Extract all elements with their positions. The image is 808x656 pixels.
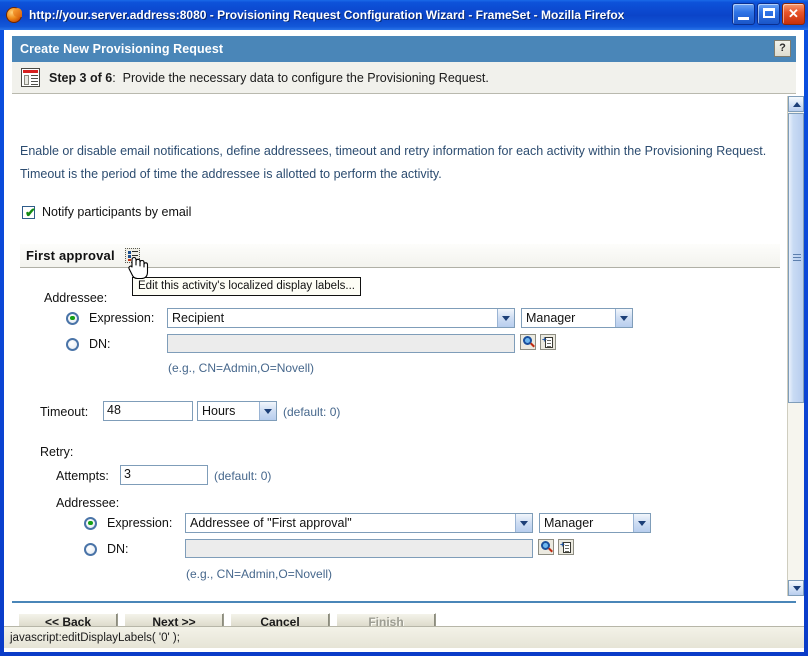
retry-attempts-default-hint: (default: 0) <box>214 469 272 483</box>
addressee-primary-history-icon[interactable]: + <box>540 334 556 350</box>
tooltip: Edit this activity's localized display l… <box>132 277 361 296</box>
cancel-button[interactable]: Cancel <box>230 613 330 626</box>
scroll-up-icon[interactable] <box>788 96 804 112</box>
addressee-retry-dn-radio[interactable] <box>84 542 97 556</box>
maximize-button[interactable] <box>757 3 780 25</box>
scrollbar-grip-icon <box>793 254 801 262</box>
wizard-page: Create New Provisioning Request ? Step 3… <box>4 30 804 626</box>
notify-participants-label: Notify participants by email <box>42 205 192 219</box>
addressee-primary-expression-radio[interactable] <box>66 311 79 325</box>
browser-window: http://your.server.address:8080 - Provis… <box>0 0 808 656</box>
chevron-down-icon[interactable] <box>633 514 650 532</box>
step-document-icon <box>21 68 40 87</box>
addressee-primary-dn-radio[interactable] <box>66 337 79 351</box>
step-separator: : <box>112 70 116 85</box>
addressee-retry-history-icon[interactable]: + <box>558 539 574 555</box>
addressee-primary-expression-row[interactable]: Expression: <box>66 311 177 325</box>
retry-attempts-value: 3 <box>124 467 131 481</box>
timeout-unit-select[interactable]: Hours <box>197 401 277 421</box>
addressee-primary-dn-row[interactable]: DN: <box>66 337 177 351</box>
addressee-primary-qualifier-value: Manager <box>526 311 576 325</box>
browser-content: Create New Provisioning Request ? Step 3… <box>4 30 804 652</box>
chevron-down-icon[interactable] <box>515 514 532 532</box>
retry-attempts-input[interactable]: 3 <box>120 465 208 485</box>
addressee-retry-lookup-icon[interactable] <box>538 539 554 555</box>
vertical-scrollbar[interactable] <box>787 96 804 596</box>
step-description: Provide the necessary data to configure … <box>122 70 489 85</box>
step-text: Step 3 of 6: Provide the necessary data … <box>49 71 489 85</box>
addressee-retry-expression-select[interactable]: Addressee of "First approval" <box>185 513 533 533</box>
addressee-primary-expression-value: Recipient <box>172 311 225 325</box>
minimize-button[interactable] <box>732 3 755 25</box>
addressee-retry-dn-row[interactable]: DN: <box>84 542 195 556</box>
addressee-retry-dn-label: DN: <box>107 542 129 556</box>
timeout-unit-value: Hours <box>202 404 236 418</box>
chevron-down-icon[interactable] <box>615 309 632 327</box>
instructions-text: Enable or disable email notifications, d… <box>20 144 767 181</box>
scrollbar-thumb[interactable] <box>788 113 804 403</box>
addressee-retry-dn-hint: (e.g., CN=Admin,O=Novell) <box>186 567 333 581</box>
retry-attempts-label: Attempts: <box>56 469 109 483</box>
addressee-retry-qualifier-value: Manager <box>544 516 594 530</box>
browser-statusbar: javascript:editDisplayLabels( '0' ); <box>4 626 804 648</box>
finish-button: Finish <box>336 613 436 626</box>
notify-participants-checkbox[interactable]: ✔ <box>22 205 36 219</box>
firefox-icon <box>5 6 23 24</box>
chevron-down-icon[interactable] <box>497 309 514 327</box>
chevron-down-icon[interactable] <box>259 402 276 420</box>
addressee-retry-qualifier-select[interactable]: Manager <box>539 513 651 533</box>
close-button[interactable]: ✕ <box>782 3 805 25</box>
wizard-header: Create New Provisioning Request ? <box>12 36 796 62</box>
timeout-input[interactable]: 48 <box>103 401 193 421</box>
step-bar: Step 3 of 6: Provide the necessary data … <box>12 62 796 94</box>
addressee-retry-dn-input[interactable] <box>185 539 533 558</box>
statusbar-text: javascript:editDisplayLabels( '0' ); <box>10 631 180 644</box>
addressee-retry-expression-row[interactable]: Expression: <box>84 516 195 530</box>
section-title: First approval <box>26 248 115 263</box>
addressee-primary-dn-hint: (e.g., CN=Admin,O=Novell) <box>168 361 315 375</box>
wizard-button-bar: << Back Next >> Cancel Finish <box>12 601 796 626</box>
window-title: http://your.server.address:8080 - Provis… <box>29 8 625 22</box>
notify-participants-row[interactable]: ✔ Notify participants by email <box>22 205 191 219</box>
timeout-value: 48 <box>107 403 121 417</box>
addressee-retry-expression-value: Addressee of "First approval" <box>190 516 352 530</box>
addressee-primary-label: Addressee: <box>44 291 108 305</box>
step-number: Step 3 of 6 <box>49 70 113 85</box>
window-titlebar: http://your.server.address:8080 - Provis… <box>0 0 808 30</box>
retry-group-label: Retry: <box>40 445 74 459</box>
timeout-default-hint: (default: 0) <box>283 405 341 419</box>
next-button[interactable]: Next >> <box>124 613 224 626</box>
addressee-retry-label: Addressee: <box>56 496 120 510</box>
help-button[interactable]: ? <box>774 40 791 57</box>
timeout-label: Timeout: <box>40 405 89 419</box>
edit-display-labels-icon[interactable] <box>124 248 140 263</box>
addressee-primary-expression-label: Expression: <box>89 311 155 325</box>
addressee-primary-dn-input[interactable] <box>167 334 515 353</box>
addressee-retry-expression-label: Expression: <box>107 516 173 530</box>
addressee-primary-qualifier-select[interactable]: Manager <box>521 308 633 328</box>
back-button[interactable]: << Back <box>18 613 118 626</box>
addressee-retry-expression-radio[interactable] <box>84 516 97 530</box>
addressee-primary-expression-select[interactable]: Recipient <box>167 308 515 328</box>
window-controls: ✕ <box>732 3 805 25</box>
scroll-down-icon[interactable] <box>788 580 804 596</box>
section-first-approval: First approval <box>20 244 780 268</box>
addressee-primary-dn-label: DN: <box>89 337 111 351</box>
page-title: Create New Provisioning Request <box>20 42 224 56</box>
addressee-primary-lookup-icon[interactable] <box>520 334 536 350</box>
